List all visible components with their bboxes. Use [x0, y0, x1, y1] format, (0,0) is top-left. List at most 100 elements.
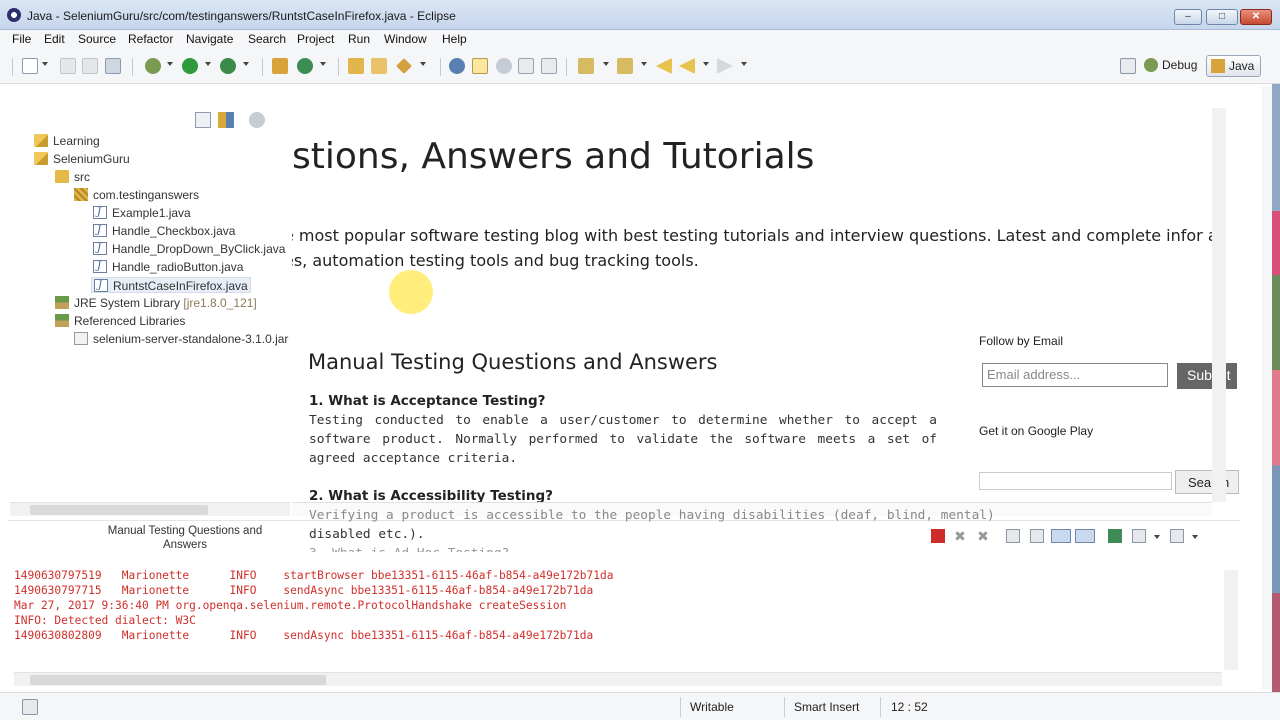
- terminate-icon[interactable]: [931, 529, 945, 543]
- remove-all-icon[interactable]: ✖: [976, 529, 990, 543]
- minimize-button[interactable]: –: [1174, 9, 1202, 25]
- new-icon[interactable]: [22, 58, 38, 74]
- cursor-highlight: [389, 270, 433, 314]
- java-perspective[interactable]: Java: [1206, 55, 1262, 77]
- editor-vertical-scrollbar[interactable]: [1212, 108, 1226, 502]
- back-dropdown-icon[interactable]: [703, 62, 709, 66]
- pencil-dropdown-icon[interactable]: [420, 62, 426, 66]
- collapse-all-icon[interactable]: [195, 112, 211, 128]
- menu-navigate[interactable]: Navigate: [186, 32, 233, 46]
- tree-file-handle-dropdown[interactable]: Handle_DropDown_ByClick.java: [93, 241, 285, 257]
- forward-dropdown-icon[interactable]: [741, 62, 747, 66]
- new-dropdown-icon[interactable]: [42, 62, 48, 66]
- debug-bug-icon[interactable]: [145, 58, 161, 74]
- show-whitespace-icon[interactable]: [541, 58, 557, 74]
- tree-package[interactable]: com.testinganswers: [74, 187, 199, 203]
- clear-console-icon[interactable]: [1006, 529, 1020, 543]
- explorer-horizontal-scrollbar[interactable]: [10, 502, 290, 516]
- search-input[interactable]: [979, 472, 1172, 490]
- open-folder-icon[interactable]: [371, 58, 387, 74]
- menu-source[interactable]: Source: [78, 32, 116, 46]
- cursor-position-status: 12 : 52: [891, 700, 928, 714]
- open-perspective-icon[interactable]: [1120, 58, 1136, 74]
- open-type-icon[interactable]: [348, 58, 364, 74]
- menu-window[interactable]: Window: [384, 32, 427, 46]
- display-console-dropdown-icon[interactable]: [1154, 535, 1160, 539]
- java-file-icon: [93, 223, 107, 239]
- menu-refactor[interactable]: Refactor: [128, 32, 173, 46]
- email-input[interactable]: Email address...: [982, 363, 1168, 387]
- previous-annotation-icon[interactable]: [617, 58, 633, 74]
- new-java-project-icon[interactable]: [272, 58, 288, 74]
- console-vertical-scrollbar[interactable]: [1224, 570, 1238, 670]
- scrollbar-thumb[interactable]: [30, 675, 326, 685]
- tree-referenced-libraries[interactable]: Referenced Libraries: [55, 313, 185, 329]
- question-1: 1. What is Acceptance Testing? Testing c…: [309, 392, 937, 468]
- maximize-button[interactable]: □: [1206, 9, 1238, 25]
- run-dropdown-icon[interactable]: [205, 62, 211, 66]
- menu-edit[interactable]: Edit: [44, 32, 65, 46]
- bleed-line: 3. What is Ad Hoc Testing?: [309, 544, 995, 552]
- menu-search[interactable]: Search: [248, 32, 286, 46]
- scroll-lock-icon[interactable]: [1030, 529, 1044, 543]
- pencil-icon[interactable]: [396, 58, 412, 74]
- toolbar-separator: [566, 58, 567, 76]
- next-annotation-dropdown-icon[interactable]: [603, 62, 609, 66]
- word-wrap-icon[interactable]: [1051, 529, 1071, 543]
- search-button[interactable]: Search: [1175, 470, 1239, 494]
- tree-label: selenium-server-standalone-3.1.0.jar: [93, 332, 289, 346]
- library-icon: [55, 314, 69, 327]
- last-edit-icon[interactable]: [656, 58, 672, 74]
- window-title: Java - SeleniumGuru/src/com/testinganswe…: [27, 9, 456, 23]
- pin-console-icon[interactable]: [1108, 529, 1122, 543]
- next-annotation-icon[interactable]: [578, 58, 594, 74]
- tree-file-runtstcase[interactable]: RuntstCaseInFirefox.java: [91, 277, 251, 294]
- tree-folder-src[interactable]: src: [55, 169, 90, 185]
- close-button[interactable]: ✕: [1240, 9, 1272, 25]
- display-console-icon[interactable]: [1132, 529, 1146, 543]
- tree-file-handle-radiobutton[interactable]: Handle_radioButton.java: [93, 259, 243, 275]
- scrollbar-thumb[interactable]: [30, 505, 208, 515]
- tree-jre-library[interactable]: JRE System Library [jre1.8.0_121]: [55, 295, 257, 311]
- block-select-icon[interactable]: [518, 58, 534, 74]
- debug-perspective[interactable]: Debug: [1140, 55, 1197, 77]
- back-icon[interactable]: [679, 58, 695, 74]
- view-menu-icon[interactable]: [249, 112, 265, 128]
- forward-icon[interactable]: [717, 58, 733, 74]
- console-horizontal-scrollbar[interactable]: [14, 672, 1222, 686]
- menu-run[interactable]: Run: [348, 32, 370, 46]
- run-external-icon[interactable]: [220, 58, 236, 74]
- run-icon[interactable]: [182, 58, 198, 74]
- menu-file[interactable]: File: [12, 32, 31, 46]
- fast-view-icon[interactable]: [22, 699, 38, 715]
- link-icon[interactable]: [496, 58, 512, 74]
- print-icon[interactable]: [105, 58, 121, 74]
- tree-project-seleniumguru[interactable]: SeleniumGuru: [34, 151, 130, 167]
- debug-dropdown-icon[interactable]: [167, 62, 173, 66]
- tree-file-handle-checkbox[interactable]: Handle_Checkbox.java: [93, 223, 235, 239]
- external-dropdown-icon[interactable]: [243, 62, 249, 66]
- save-icon[interactable]: [60, 58, 76, 74]
- link-with-editor-icon[interactable]: [218, 112, 234, 128]
- description-line: es, automation testing tools and bug tra…: [292, 251, 699, 270]
- jre-version: [jre1.8.0_121]: [183, 296, 257, 310]
- new-class-icon[interactable]: [297, 58, 313, 74]
- show-console-icon[interactable]: [1075, 529, 1095, 543]
- toolbar-separator: [338, 58, 339, 76]
- console-tab[interactable]: Manual Testing Questions and Answers: [95, 524, 275, 552]
- menu-project[interactable]: Project: [297, 32, 334, 46]
- tree-project-learning[interactable]: Learning: [34, 133, 100, 149]
- highlight-icon[interactable]: [472, 58, 488, 74]
- tree-file-example1[interactable]: Example1.java: [93, 205, 191, 221]
- tree-jar-selenium[interactable]: selenium-server-standalone-3.1.0.jar: [74, 331, 288, 347]
- google-play-label[interactable]: Get it on Google Play: [979, 424, 1093, 438]
- new-class-dropdown-icon[interactable]: [320, 62, 326, 66]
- menu-help[interactable]: Help: [442, 32, 467, 46]
- save-all-icon[interactable]: [82, 58, 98, 74]
- submit-button[interactable]: Submit: [1177, 363, 1237, 389]
- toggle-mark-icon[interactable]: [449, 58, 465, 74]
- open-console-dropdown-icon[interactable]: [1192, 535, 1198, 539]
- open-console-icon[interactable]: [1170, 529, 1184, 543]
- remove-launch-icon[interactable]: ✖: [953, 529, 967, 543]
- previous-annotation-dropdown-icon[interactable]: [641, 62, 647, 66]
